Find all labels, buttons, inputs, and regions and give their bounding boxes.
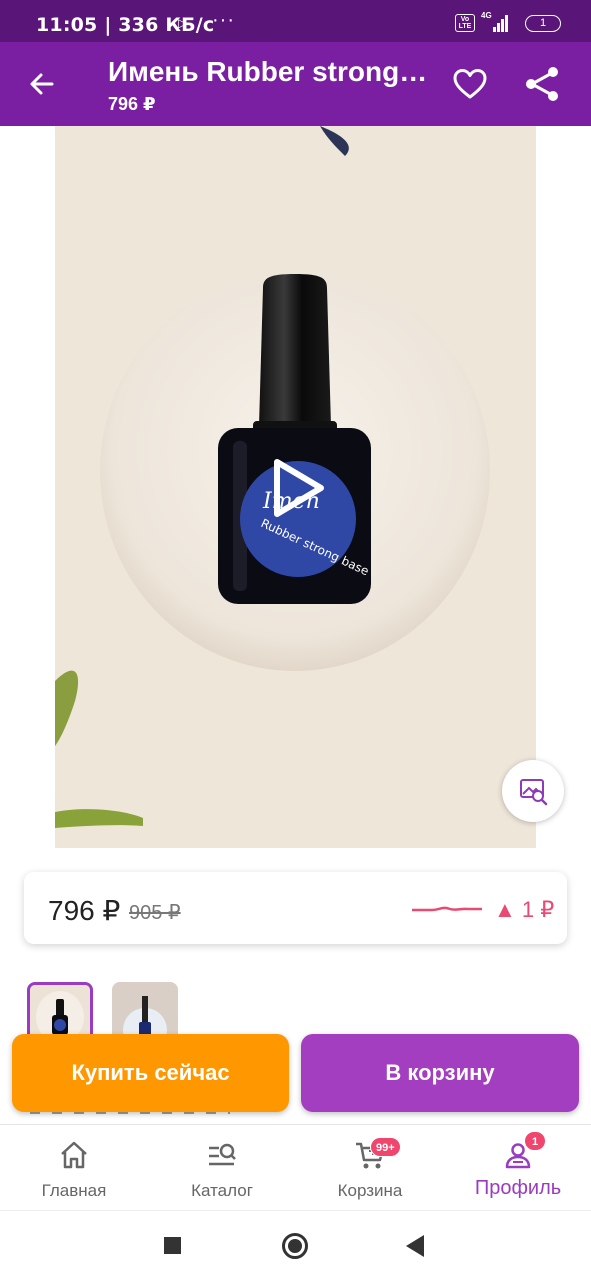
- visual-search-button[interactable]: [502, 760, 564, 822]
- current-price: 796 ₽: [48, 895, 121, 926]
- favorite-button[interactable]: [450, 64, 490, 104]
- price-change: ▲ 1 ₽: [494, 897, 555, 922]
- share-button[interactable]: [522, 64, 562, 104]
- back-button[interactable]: [22, 64, 62, 104]
- image-search-icon: [520, 779, 548, 806]
- nav-profile[interactable]: 1 Профиль: [462, 1125, 574, 1211]
- app-bar: Имень Rubber strong base 796 ₽: [0, 42, 591, 126]
- nav-label: Главная: [41, 1181, 107, 1200]
- old-price: 905 ₽: [129, 902, 181, 924]
- home-circle-icon[interactable]: [282, 1233, 308, 1259]
- nav-label: Профиль: [474, 1177, 562, 1199]
- header-price: 796 ₽: [108, 94, 156, 114]
- product-image[interactable]: Imen Rubber strong base: [55, 126, 536, 848]
- cart-count-badge: 99+: [370, 1137, 401, 1157]
- signal-icon: 4G: [481, 11, 511, 32]
- nav-label: Корзина: [337, 1181, 403, 1200]
- price-card[interactable]: 796 ₽ 905 ₽ ▲ 1 ₽: [24, 872, 567, 944]
- media-playing-icon: ▷: [178, 16, 188, 30]
- bottom-navigation: Главная Каталог 99+ Корзина 1 Профиль: [0, 1124, 591, 1210]
- status-icons: Vo LTE 4G 1: [455, 11, 561, 32]
- battery-icon: 1: [525, 14, 561, 32]
- volte-icon: Vo LTE: [455, 14, 475, 32]
- page-title: Имень Rubber strong base: [108, 56, 428, 87]
- system-navigation-bar: [0, 1210, 591, 1280]
- nav-label: Каталог: [191, 1181, 253, 1200]
- status-time: 11:05 | 336 КБ/с: [36, 14, 215, 36]
- recents-icon[interactable]: [164, 1237, 181, 1254]
- system-back-icon[interactable]: [406, 1235, 424, 1257]
- share-icon: [526, 67, 558, 101]
- nav-catalog[interactable]: Каталог: [172, 1125, 272, 1211]
- nav-home[interactable]: Главная: [24, 1125, 124, 1211]
- home-icon: [61, 1141, 87, 1169]
- profile-notification-badge: 1: [524, 1131, 546, 1151]
- add-to-cart-button[interactable]: В корзину: [301, 1034, 579, 1112]
- catalog-search-icon: [209, 1143, 236, 1166]
- price-history-sparkline: [412, 906, 482, 912]
- status-bar: 11:05 | 336 КБ/с ▷ ··· Vo LTE 4G 1: [0, 0, 591, 42]
- arrow-back-icon: [30, 73, 54, 95]
- nav-cart[interactable]: 99+ Корзина: [320, 1125, 420, 1211]
- play-icon[interactable]: [267, 456, 331, 520]
- heart-icon: [453, 69, 487, 99]
- more-notifications-icon: ···: [212, 9, 235, 31]
- buy-now-button[interactable]: Купить сейчас: [12, 1034, 289, 1112]
